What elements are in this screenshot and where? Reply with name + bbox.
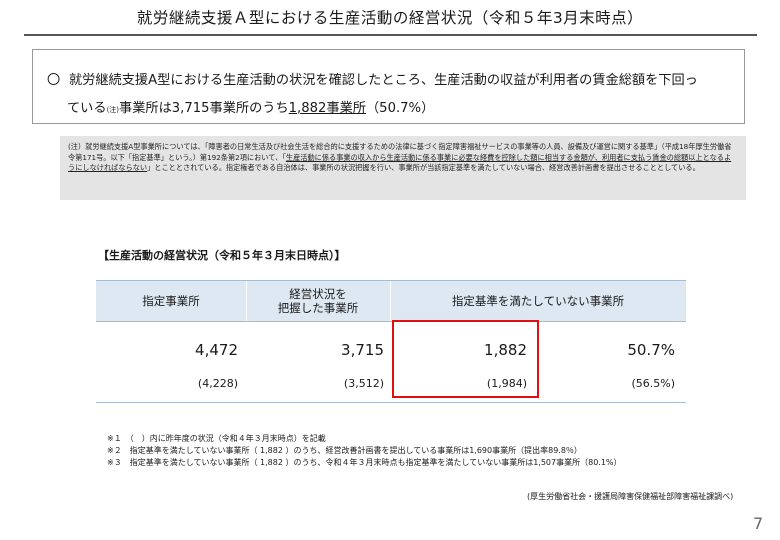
note-marker: (注) — [106, 106, 120, 114]
summary-box: 〇就労継続支援A型における生産活動の状況を確認したところ、生産活動の収益が利用者… — [32, 49, 745, 124]
summary-text-2a: ている — [67, 101, 107, 116]
legal-note-box: (注）就労継続支援A型事業所については、「障害者の日常生活及び社会生活を総合的に… — [60, 136, 746, 200]
footnote-1: ※１ （ ）内に昨年度の状況（令和４年３月末時点）を記載 — [107, 434, 326, 443]
table-top-line — [96, 280, 686, 281]
table-title: 【生産活動の経営状況（令和５年３月末日時点）】 — [98, 249, 346, 262]
header-divider — [246, 280, 247, 321]
value-rate: 50.7% — [627, 341, 675, 359]
summary-text-1: 就労継続支援A型における生産活動の状況を確認したところ、生産活動の収益が利用者の… — [69, 73, 698, 88]
status-table: 指定事業所 経営状況を 把握した事業所 指定基準を満たしていない事業所 4,47… — [96, 280, 686, 403]
header-divider — [390, 280, 391, 321]
prev-rate: (56.5%) — [631, 377, 675, 390]
prev-designated: (4,228) — [197, 377, 238, 390]
page-number: 7 — [753, 514, 764, 533]
highlight-count: 1,882事業所 — [288, 101, 366, 116]
footnote-2: ※２ 指定基準を満たしていない事業所（ 1,882 ）のうち、経営改善計画書を提… — [107, 446, 582, 455]
value-designated: 4,472 — [195, 341, 238, 359]
source-citation: (厚生労働省社会・援護局障害保健福祉部障害福祉課調べ) — [527, 492, 734, 501]
summary-text-2c: （50.7%） — [366, 101, 435, 116]
table-header-line — [96, 321, 686, 322]
header-designated: 指定事業所 — [96, 280, 246, 321]
footnote-3: ※３ 指定基準を満たしていない事業所（ 1,882 ）のうち、令和４年３月末時点… — [107, 458, 622, 467]
note-text-2: 」とこととされている。指定権者である自治体は、事業所の状況把握を行い、事業所が当… — [147, 163, 700, 173]
value-assessed: 3,715 — [341, 341, 384, 359]
page-title: 就労継続支援Ａ型における生産活動の経営状況（令和５年3月末時点） — [136, 9, 644, 27]
summary-line-1: 〇就労継続支援A型における生産活動の状況を確認したところ、生産活動の収益が利用者… — [47, 67, 734, 95]
header-noncompliant: 指定基準を満たしていない事業所 — [390, 280, 686, 321]
table-bottom-line — [96, 402, 686, 403]
summary-line-2: ている(注)事業所は3,715事業所のうち1,882事業所（50.7%） — [47, 95, 734, 124]
header-assessed: 経営状況を 把握した事業所 — [246, 280, 390, 321]
bullet-circle: 〇 — [47, 73, 61, 88]
title-underline — [24, 34, 757, 36]
prev-assessed: (3,512) — [343, 377, 384, 390]
highlight-box — [392, 320, 539, 398]
summary-text-2b: 事業所は3,715事業所のうち — [119, 101, 289, 116]
